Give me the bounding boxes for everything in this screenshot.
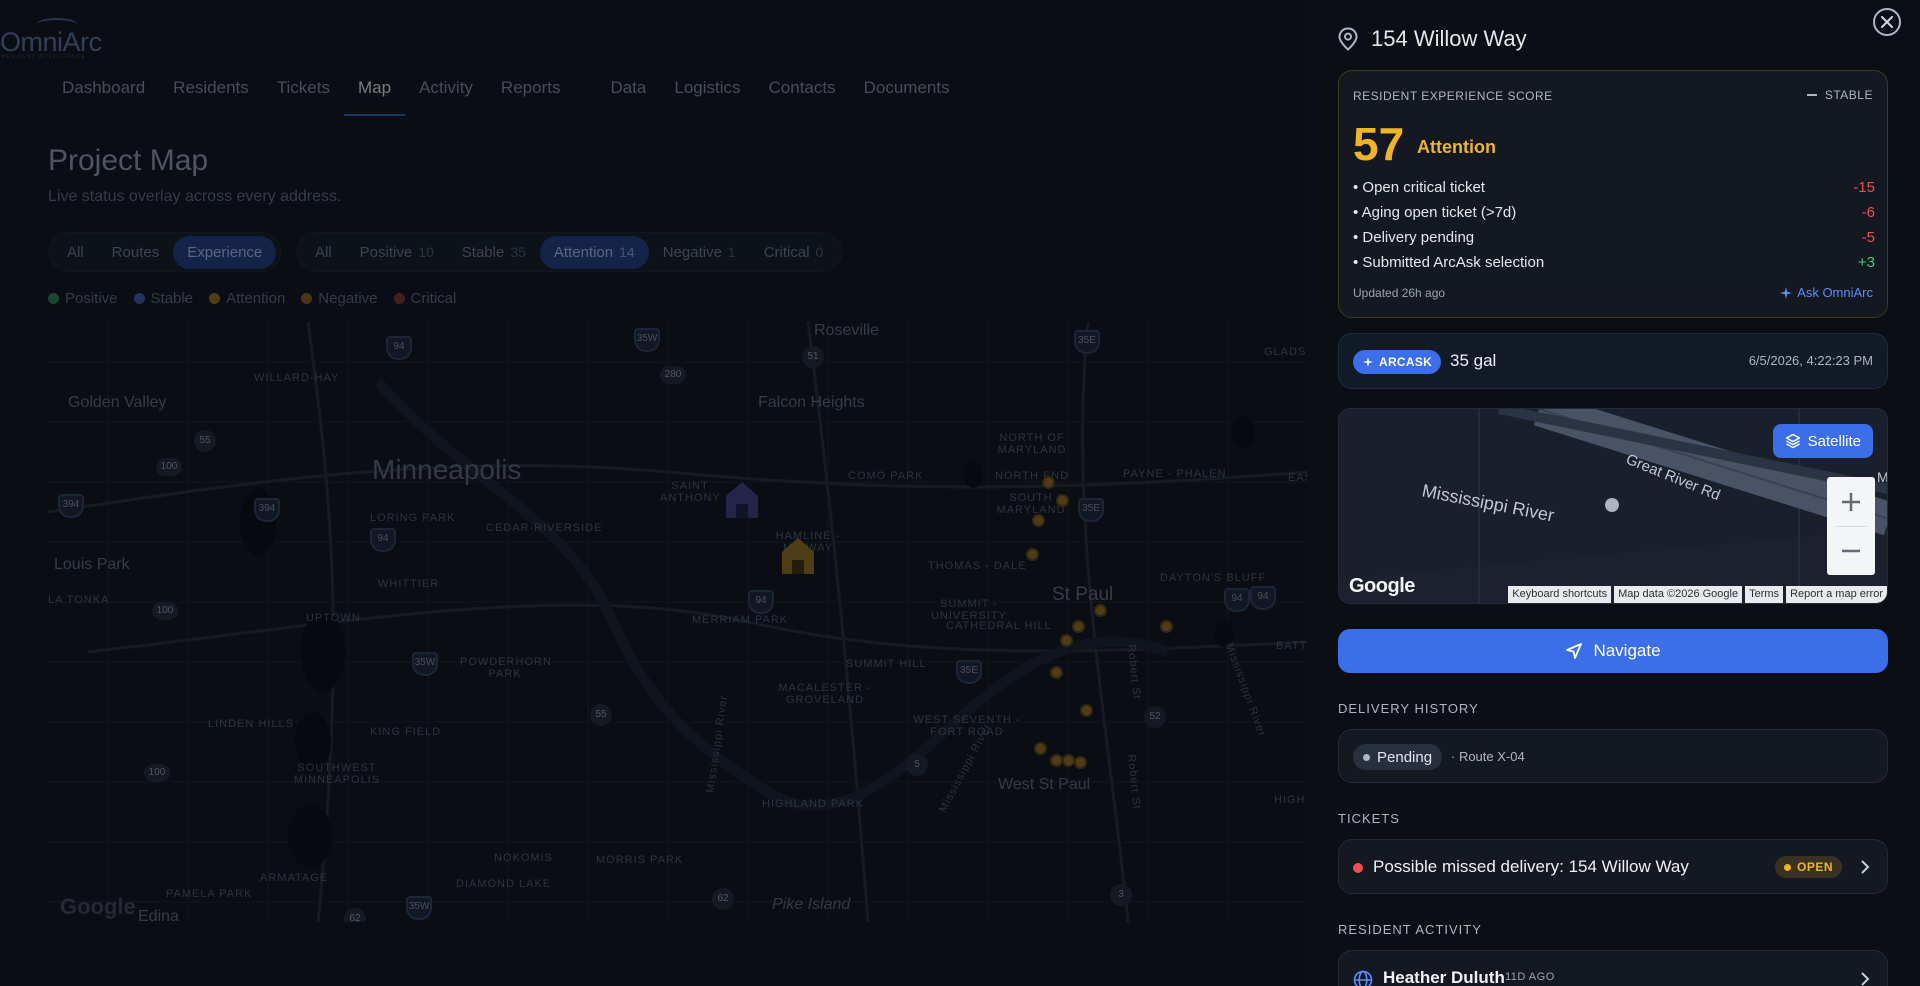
close-button[interactable] <box>1873 8 1901 36</box>
minus-icon <box>1842 549 1860 552</box>
app-root: OmniArc RESIDENT INTELLIGENCE Dashboard … <box>0 0 1920 986</box>
delivery-status-label: Pending <box>1377 748 1433 766</box>
satellite-label: Satellite <box>1807 432 1861 450</box>
score-updated: Updated 26h ago <box>1353 286 1446 300</box>
keyboard-shortcuts-link[interactable]: Keyboard shortcuts <box>1508 586 1612 603</box>
mini-map-edge-label: M <box>1877 469 1888 485</box>
score-factors: • Open critical ticket -15 • Aging open t… <box>1353 175 1875 275</box>
delivery-status-pill: Pending <box>1353 744 1443 770</box>
score-status: Attention <box>1417 137 1496 157</box>
score-factor: • Delivery pending -5 <box>1353 225 1875 250</box>
factor-delta: +3 <box>1857 254 1875 271</box>
location-mini-map[interactable]: Mississippi River Great River Rd M Satel… <box>1338 408 1888 604</box>
arcask-timestamp: 6/5/2026, 4:22:23 PM <box>1748 353 1873 368</box>
score-trend: STABLE <box>1806 88 1873 102</box>
sparkle-icon <box>1780 286 1793 299</box>
resident-activity-heading: RESIDENT ACTIVITY <box>1338 922 1482 937</box>
arcask-value: 35 gal <box>1450 351 1497 370</box>
mini-map-google-logo: Google <box>1349 575 1415 597</box>
ticket-status-label: OPEN <box>1796 860 1833 874</box>
factor-delta: -15 <box>1853 179 1875 196</box>
arcask-card[interactable]: ARCASK 35 gal 6/5/2026, 4:22:23 PM <box>1338 333 1888 389</box>
zoom-out-button[interactable] <box>1827 526 1875 575</box>
ask-omniarc-link[interactable]: Ask OmniArc <box>1779 285 1873 300</box>
map-attribution: Keyboard shortcuts Map data ©2026 Google… <box>1508 586 1887 603</box>
zoom-controls <box>1827 477 1875 575</box>
score-eyebrow: RESIDENT EXPERIENCE SCORE <box>1353 89 1553 103</box>
arcask-badge-label: ARCASK <box>1379 355 1433 369</box>
status-dot <box>1783 863 1791 871</box>
navigate-label: Navigate <box>1593 641 1661 660</box>
resident-location-dot[interactable] <box>1605 498 1619 512</box>
address-title: 154 Willow Way <box>1371 26 1527 51</box>
factor-delta: -6 <box>1861 204 1875 221</box>
tickets-heading: TICKETS <box>1338 811 1400 826</box>
address-detail-panel: 154 Willow Way RESIDENT EXPERIENCE SCORE… <box>1307 0 1920 986</box>
trend-flat-icon <box>1806 94 1817 96</box>
score-factor: • Submitted ArcAsk selection +3 <box>1353 250 1875 275</box>
panel-header: 154 Willow Way <box>1337 26 1527 52</box>
ticket-status-badge: OPEN <box>1774 856 1842 878</box>
sparkle-icon <box>1362 356 1374 368</box>
report-map-error-link[interactable]: Report a map error <box>1786 586 1887 603</box>
factor-label: • Open critical ticket <box>1353 179 1485 196</box>
location-pin-icon <box>1338 27 1358 51</box>
navigation-arrow-icon <box>1566 643 1583 659</box>
delivery-history-heading: DELIVERY HISTORY <box>1338 701 1479 716</box>
experience-score-card: RESIDENT EXPERIENCE SCORE STABLE 57 Atte… <box>1338 70 1888 318</box>
factor-label: • Delivery pending <box>1353 229 1475 246</box>
chevron-right-icon <box>1861 972 1870 986</box>
score-factor: • Aging open ticket (>7d) -6 <box>1353 200 1875 225</box>
arcask-badge: ARCASK <box>1353 350 1442 374</box>
activity-row[interactable]: Heather Duluth 11D AGO <box>1338 950 1888 986</box>
ask-omniarc-label: Ask OmniArc <box>1797 285 1873 300</box>
factor-label: • Submitted ArcAsk selection <box>1353 254 1545 271</box>
navigate-button[interactable]: Navigate <box>1338 629 1888 673</box>
activity-time-ago: 11D AGO <box>1505 971 1555 983</box>
satellite-toggle-button[interactable]: Satellite <box>1772 424 1873 458</box>
ticket-priority-dot <box>1353 863 1363 873</box>
trend-label: STABLE <box>1824 88 1873 102</box>
zoom-in-button[interactable] <box>1827 477 1875 526</box>
map-data-label: Map data ©2026 Google <box>1614 586 1743 603</box>
delivery-history-card[interactable]: Pending · Route X-04 <box>1338 729 1888 783</box>
plus-icon <box>1842 492 1860 511</box>
score-value: 57 <box>1353 118 1405 170</box>
factor-delta: -5 <box>1861 229 1875 246</box>
terms-link[interactable]: Terms <box>1745 586 1784 603</box>
globe-icon <box>1353 970 1373 986</box>
ticket-row[interactable]: Possible missed delivery: 154 Willow Way… <box>1338 839 1888 894</box>
ticket-title: Possible missed delivery: 154 Willow Way <box>1373 857 1689 876</box>
chevron-right-icon <box>1861 860 1870 874</box>
factor-label: • Aging open ticket (>7d) <box>1353 204 1517 221</box>
modal-backdrop[interactable] <box>0 0 1307 986</box>
score-factor: • Open critical ticket -15 <box>1353 175 1875 200</box>
zoom-divider <box>1835 526 1867 527</box>
layers-icon <box>1785 433 1800 449</box>
activity-resident-name: Heather Duluth <box>1383 968 1505 986</box>
close-icon <box>1881 16 1893 28</box>
delivery-route: · Route X-04 <box>1451 749 1525 764</box>
status-dot <box>1363 753 1370 761</box>
